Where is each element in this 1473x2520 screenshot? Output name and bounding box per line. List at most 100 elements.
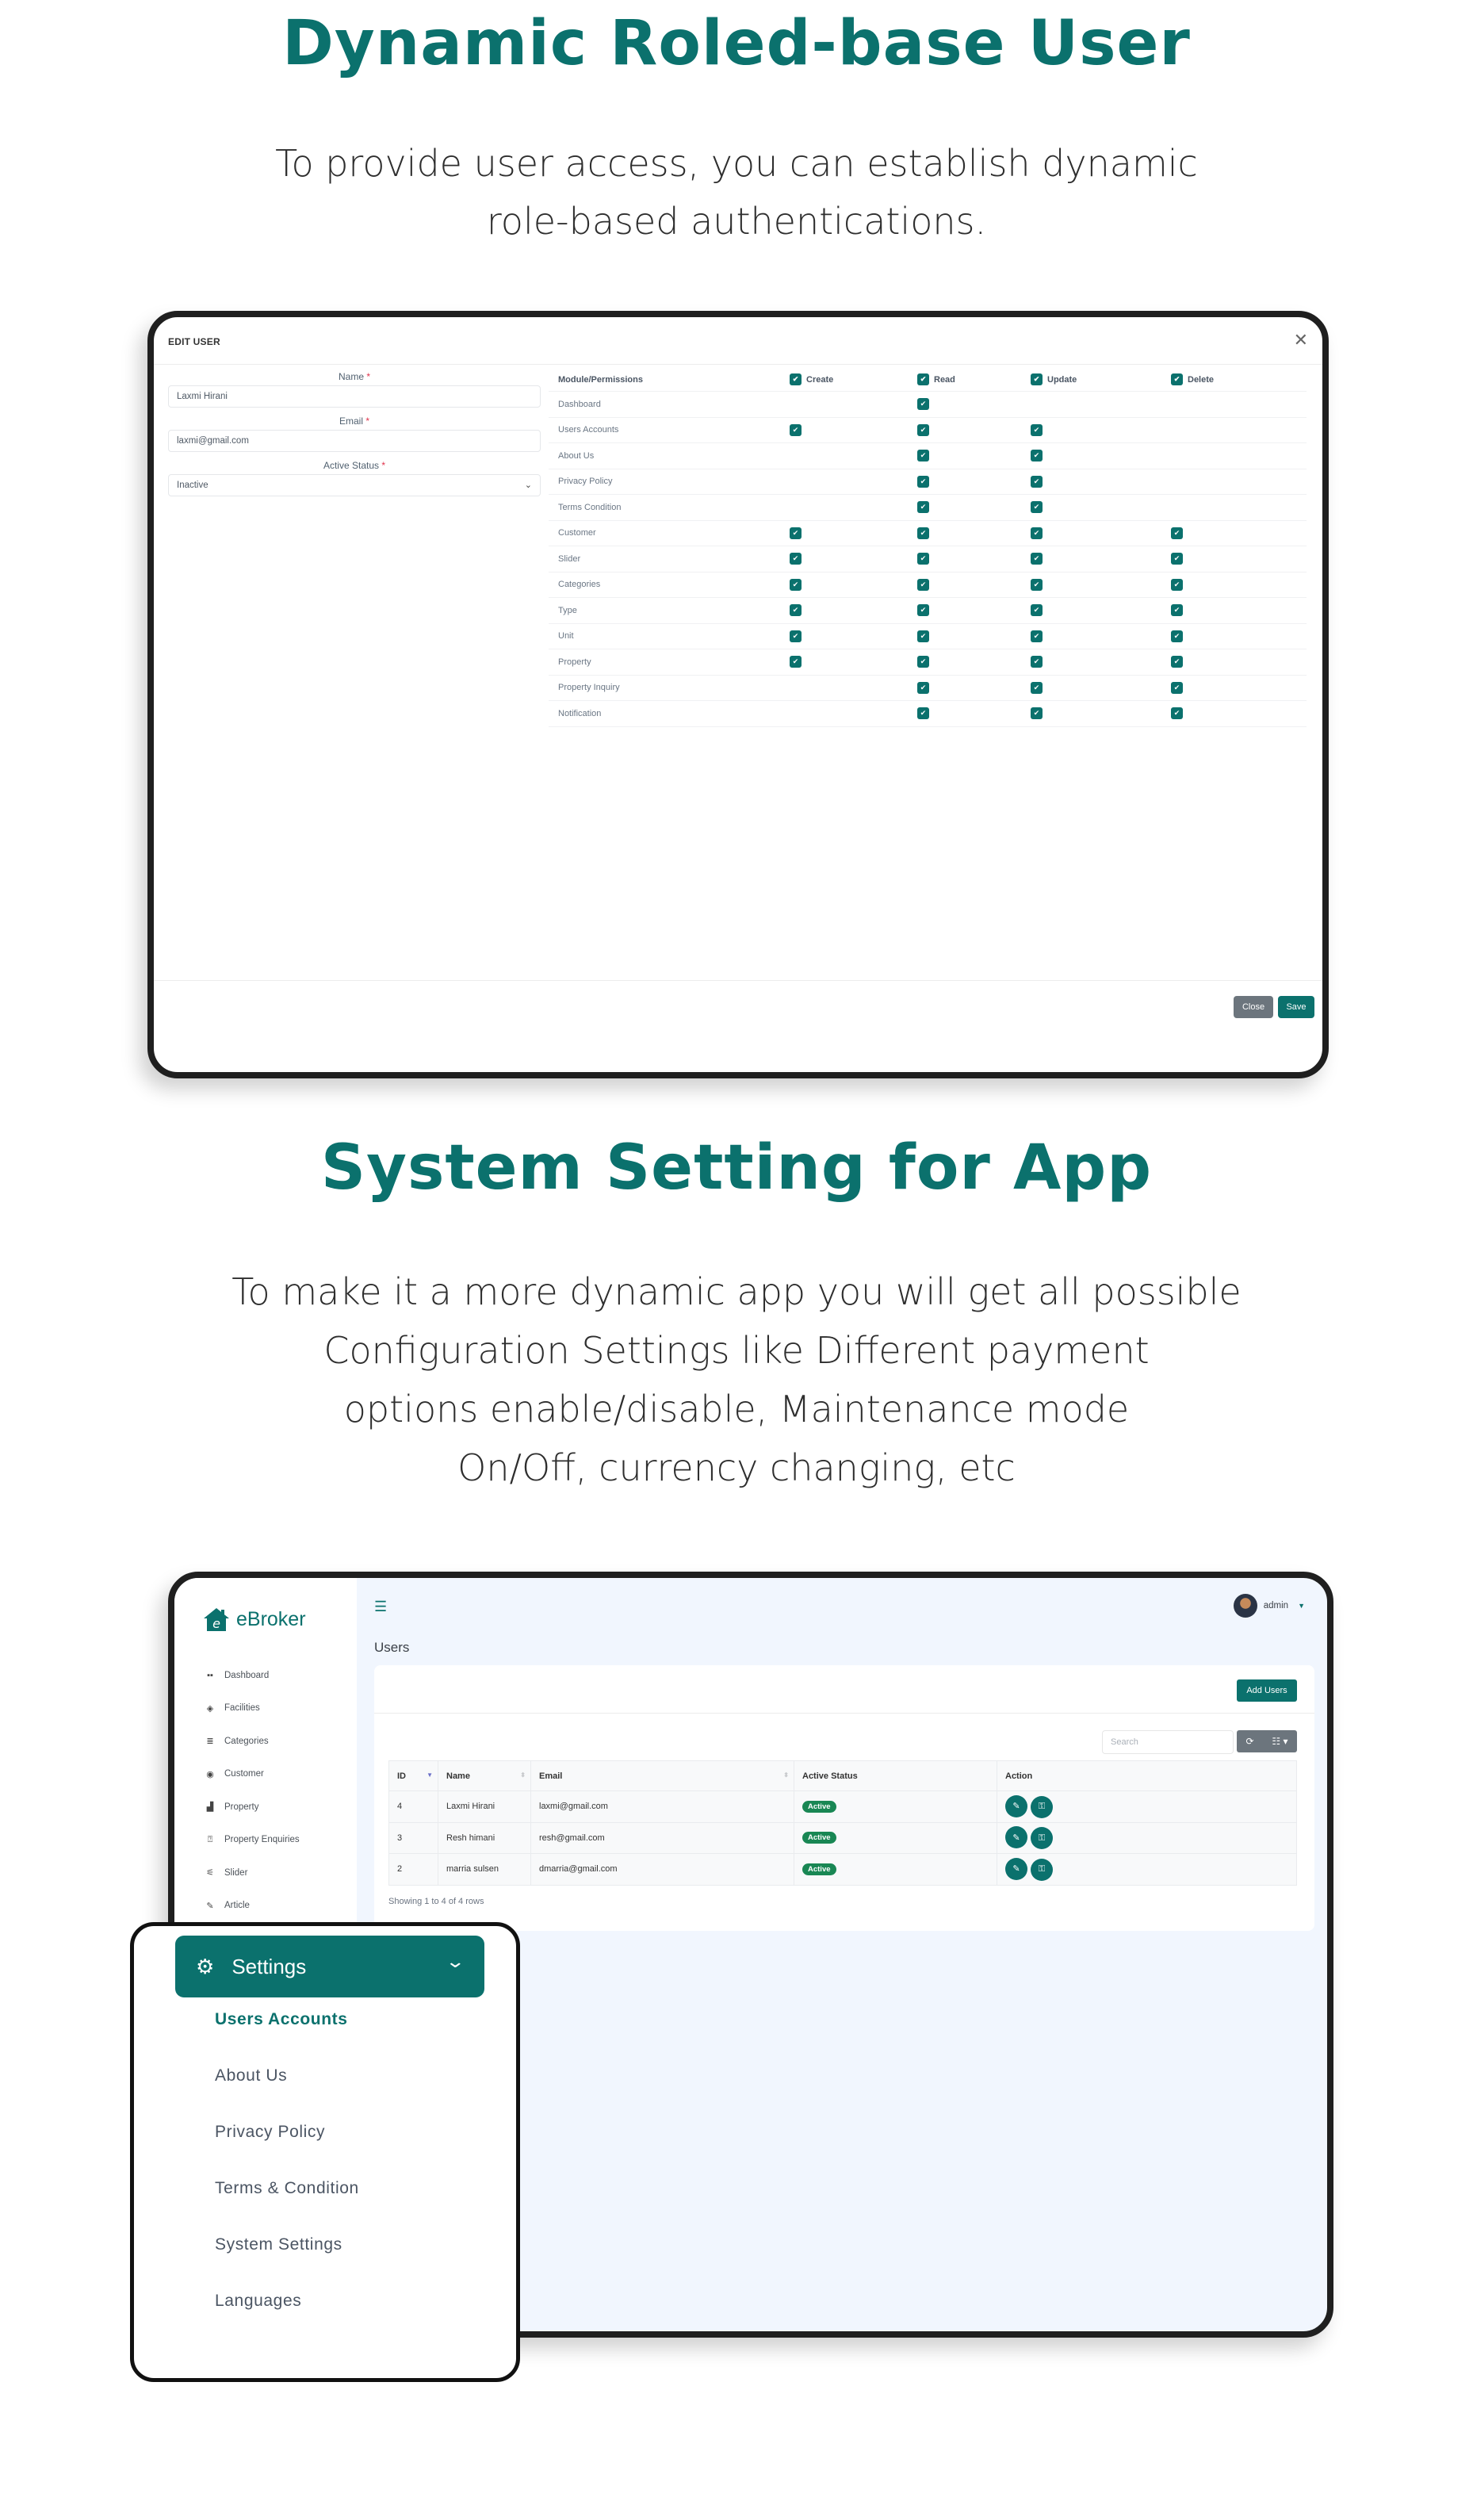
update-checkbox[interactable]: ✔ [1031,553,1043,565]
read-checkbox[interactable]: ✔ [917,604,929,617]
delete-all-checkbox[interactable]: ✔ [1171,373,1183,385]
name-field[interactable]: Laxmi Hirani [168,385,541,408]
add-users-button[interactable]: Add Users [1237,1679,1297,1702]
read-checkbox[interactable]: ✔ [917,475,929,488]
sidebar-item-slider[interactable]: ⚟ Slider [205,1856,300,1890]
refresh-icon[interactable]: ⟳ [1245,1736,1253,1747]
column-id[interactable]: ID ▼ [388,1760,438,1791]
read-checkbox[interactable]: ✔ [917,681,929,694]
module-name: Dashboard [558,399,601,409]
settings-item-about-us[interactable]: About Us [215,2066,359,2123]
update-cell: ✔ [1031,701,1043,726]
update-all-checkbox[interactable]: ✔ [1031,373,1043,385]
column-email[interactable]: Email ⬍ [530,1760,794,1791]
settings-item-terms-condition[interactable]: Terms & Condition [215,2179,359,2235]
read-checkbox[interactable]: ✔ [917,707,929,720]
update-cell: ✔ [1031,676,1043,701]
delete-checkbox[interactable]: ✔ [1171,527,1183,539]
sidebar-item-property-enquiries[interactable]: ⍰ Property Enquiries [205,1824,300,1857]
update-checkbox[interactable]: ✔ [1031,527,1043,539]
delete-checkbox[interactable]: ✔ [1171,553,1183,565]
delete-cell: ✔ [1171,546,1183,572]
close-icon[interactable]: ✕ [1294,331,1308,349]
menu-toggle-icon[interactable]: ☰ [374,1599,387,1615]
settings-item-system-settings[interactable]: System Settings [215,2235,359,2292]
read-checkbox[interactable]: ✔ [917,501,929,514]
settings-menu-toggle[interactable]: ⚙ Settings ⌄ [175,1936,484,1997]
create-checkbox[interactable]: ✔ [790,656,802,668]
update-checkbox[interactable]: ✔ [1031,501,1043,514]
create-checkbox[interactable]: ✔ [790,578,802,591]
permission-row: Terms Condition ✔ ✔ [549,495,1307,521]
module-name: About Us [558,450,595,461]
brand-name: eBroker [236,1607,306,1630]
update-cell: ✔ [1031,598,1043,623]
edit-icon[interactable]: ✎ [1005,1826,1027,1849]
close-button[interactable]: Close [1234,996,1273,1018]
users-table: ID ▼ Name ⬍ Email ⬍ Active Status Action 4L… [388,1760,1297,1886]
column-action: Action [997,1760,1297,1791]
permission-row: Users Accounts ✔ ✔ ✔ [549,418,1307,443]
sidebar-item-article[interactable]: ✎ Article [205,1890,300,1923]
sidebar-item-dashboard[interactable]: ▪▪ Dashboard [205,1659,300,1692]
email-field[interactable]: laxmi@gmail.com [168,430,541,452]
create-cell: ✔ [790,649,802,675]
settings-item-users-accounts[interactable]: Users Accounts [215,2010,359,2066]
create-checkbox[interactable]: ✔ [790,527,802,539]
key-icon[interactable]: ⚿ [1031,1858,1053,1881]
update-checkbox[interactable]: ✔ [1031,630,1043,642]
sidebar-item-property[interactable]: ▟ Property [205,1790,300,1824]
user-menu[interactable]: admin ▼ [1233,1594,1305,1618]
sidebar-item-facilities[interactable]: ◈ Facilities [205,1692,300,1725]
update-checkbox[interactable]: ✔ [1031,656,1043,668]
edit-icon[interactable]: ✎ [1005,1857,1027,1880]
update-checkbox[interactable]: ✔ [1031,681,1043,694]
settings-item-languages[interactable]: Languages [215,2292,359,2348]
read-checkbox[interactable]: ✔ [917,398,929,411]
update-checkbox[interactable]: ✔ [1031,578,1043,591]
module-name: Type [558,605,577,615]
read-checkbox[interactable]: ✔ [917,656,929,668]
read-checkbox[interactable]: ✔ [917,630,929,642]
update-checkbox[interactable]: ✔ [1031,604,1043,617]
read-checkbox[interactable]: ✔ [917,450,929,462]
sort-icon: ⬍ [783,1771,789,1779]
modal-title: EDIT USER [168,336,220,347]
edit-icon[interactable]: ✎ [1005,1794,1027,1817]
delete-checkbox[interactable]: ✔ [1171,681,1183,694]
permission-row: Type ✔ ✔ ✔ ✔ [549,598,1307,624]
read-checkbox[interactable]: ✔ [917,578,929,591]
update-checkbox[interactable]: ✔ [1031,450,1043,462]
update-cell: ✔ [1031,521,1043,546]
search-input[interactable]: Search [1102,1730,1234,1754]
save-button[interactable]: Save [1278,996,1314,1018]
read-checkbox[interactable]: ✔ [917,553,929,565]
sidebar-nav: ▪▪ Dashboard ◈ Facilities ≣ Categories ◉ Custom… [205,1659,300,1955]
delete-checkbox[interactable]: ✔ [1171,578,1183,591]
settings-item-privacy-policy[interactable]: Privacy Policy [215,2123,359,2179]
sidebar-item-customer[interactable]: ◉ Customer [205,1758,300,1791]
columns-toggle-icon[interactable]: ☷ ▾ [1272,1736,1287,1747]
read-all-checkbox[interactable]: ✔ [917,373,929,385]
create-checkbox[interactable]: ✔ [790,604,802,617]
sidebar-item-categories[interactable]: ≣ Categories [205,1725,300,1758]
update-checkbox[interactable]: ✔ [1031,423,1043,436]
delete-checkbox[interactable]: ✔ [1171,656,1183,668]
brand-logo[interactable]: e eBroker [203,1607,306,1632]
update-checkbox[interactable]: ✔ [1031,475,1043,488]
create-cell: ✔ [790,521,802,546]
delete-checkbox[interactable]: ✔ [1171,630,1183,642]
key-icon[interactable]: ⚿ [1031,1827,1053,1850]
delete-checkbox[interactable]: ✔ [1171,707,1183,720]
create-checkbox[interactable]: ✔ [790,630,802,642]
create-checkbox[interactable]: ✔ [790,553,802,565]
create-checkbox[interactable]: ✔ [790,423,802,436]
delete-checkbox[interactable]: ✔ [1171,604,1183,617]
active-status-select[interactable]: Inactive ⌄ [168,474,541,496]
read-checkbox[interactable]: ✔ [917,423,929,436]
update-checkbox[interactable]: ✔ [1031,707,1043,720]
key-icon[interactable]: ⚿ [1031,1795,1053,1818]
column-name[interactable]: Name ⬍ [438,1760,531,1791]
create-all-checkbox[interactable]: ✔ [790,373,802,385]
read-checkbox[interactable]: ✔ [917,527,929,539]
